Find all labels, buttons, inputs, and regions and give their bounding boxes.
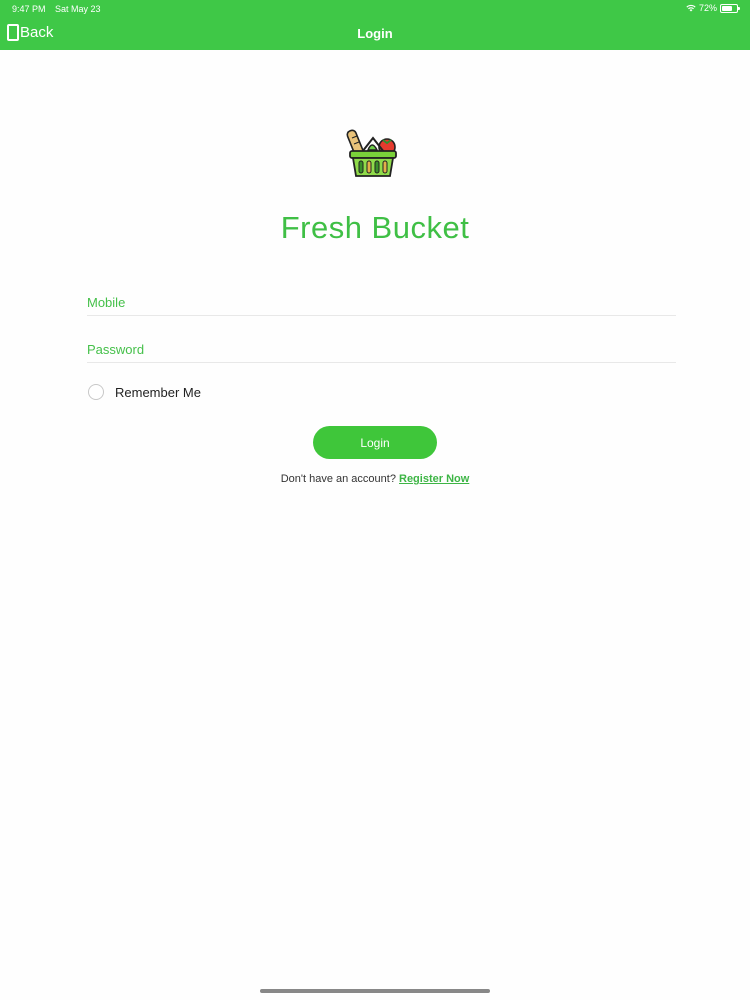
status-bar: 9:47 PM Sat May 23 72% <box>0 0 750 18</box>
home-indicator[interactable] <box>260 989 490 993</box>
status-time: 9:47 PM <box>12 4 46 14</box>
status-date: Sat May 23 <box>55 4 101 14</box>
mobile-field[interactable] <box>87 290 676 316</box>
password-input[interactable] <box>87 337 676 361</box>
navigation-bar: 9:47 PM Sat May 23 72% Back Login <box>0 0 750 50</box>
battery-percent: 72% <box>698 3 717 13</box>
remember-me-toggle[interactable]: Remember Me <box>88 384 201 400</box>
register-prompt-text: Don't have an account? <box>280 473 399 485</box>
remember-me-radio[interactable] <box>88 384 104 400</box>
register-prompt: Don't have an account? Register Now <box>0 473 750 485</box>
remember-me-label: Remember Me <box>115 384 201 400</box>
login-button[interactable]: Login <box>313 426 437 459</box>
page-title: Login <box>357 26 393 41</box>
battery-icon <box>720 3 740 13</box>
wifi-icon <box>686 5 696 12</box>
mobile-input[interactable] <box>87 290 676 314</box>
grocery-basket-icon <box>346 129 397 177</box>
battery-level <box>722 5 732 11</box>
password-field[interactable] <box>87 337 676 363</box>
register-now-link[interactable]: Register Now <box>399 473 469 485</box>
status-indicators: 72% <box>686 3 740 13</box>
app-title: Fresh Bucket <box>280 210 470 245</box>
